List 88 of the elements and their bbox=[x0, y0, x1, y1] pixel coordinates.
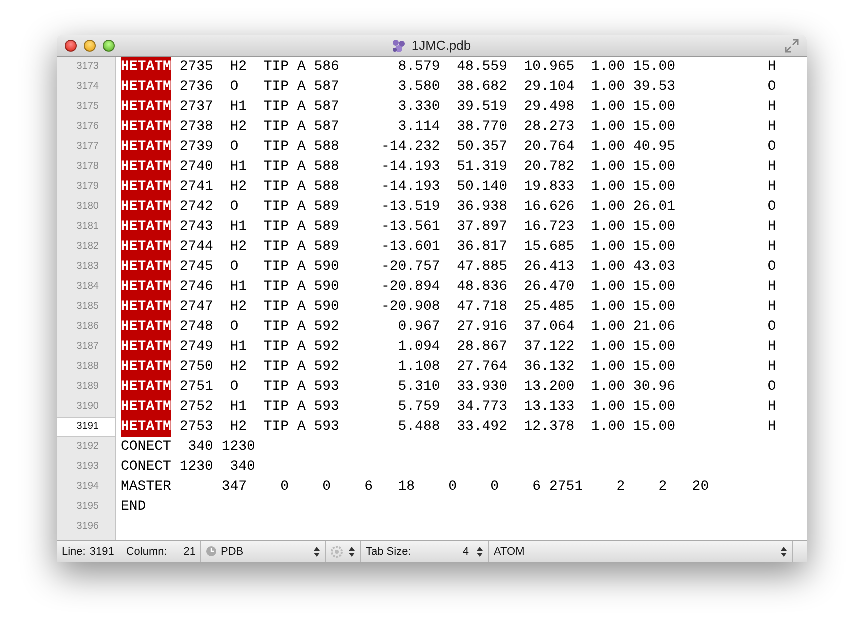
code-text: 2736 O TIP A 587 3.580 38.682 29.104 1.00 39.53 O bbox=[178, 78, 776, 97]
line-number: 3174 bbox=[76, 80, 100, 94]
stepper-arrows-icon bbox=[349, 546, 355, 556]
code-text: 347 0 0 6 18 0 0 6 2751 2 2 20 bbox=[220, 478, 710, 497]
highlighted-keyword: HETATM bbox=[121, 157, 172, 177]
syntax-popup[interactable]: PDB bbox=[200, 541, 325, 562]
highlighted-keyword: HETATM bbox=[121, 397, 172, 417]
line-label: Line: bbox=[62, 546, 86, 558]
line-number: 3175 bbox=[76, 100, 100, 114]
line-number: 3181 bbox=[76, 220, 100, 234]
code-text: 2744 H2 TIP A 589 -13.601 36.817 15.685 1.00 15.00 H bbox=[178, 238, 776, 257]
code-text: 2740 H1 TIP A 588 -14.193 51.319 20.782 1.00 15.00 H bbox=[178, 158, 776, 177]
code-text: 2742 O TIP A 589 -13.519 36.938 16.626 1.00 26.01 O bbox=[178, 198, 776, 217]
highlighted-keyword: HETATM bbox=[121, 197, 172, 217]
highlighted-keyword: HETATM bbox=[121, 277, 172, 297]
zoom-button[interactable] bbox=[103, 40, 115, 52]
line-number: 3184 bbox=[76, 280, 100, 294]
code-text: 2753 H2 TIP A 593 5.488 33.492 12.378 1.00 15.00 H bbox=[178, 418, 776, 437]
code-text: 2749 H1 TIP A 592 1.094 28.867 37.122 1.00 15.00 H bbox=[178, 338, 776, 357]
line-number: 3196 bbox=[76, 520, 100, 534]
code-text: 2738 H2 TIP A 587 3.114 38.770 28.273 1.00 15.00 H bbox=[178, 118, 776, 137]
stepper-arrows-icon bbox=[477, 546, 483, 556]
line-number: 3179 bbox=[76, 180, 100, 194]
line-number: 3186 bbox=[76, 320, 100, 334]
highlighted-keyword: HETATM bbox=[121, 137, 172, 157]
line-number: 3188 bbox=[76, 360, 100, 374]
highlighted-keyword: HETATM bbox=[121, 237, 172, 257]
highlighted-keyword: HETATM bbox=[121, 117, 172, 137]
line-value: 3191 bbox=[90, 546, 114, 558]
line-number: 3176 bbox=[76, 120, 100, 134]
line-number: 3173 bbox=[76, 60, 100, 74]
record-keyword: CONECT bbox=[121, 458, 172, 477]
highlighted-keyword: HETATM bbox=[121, 217, 172, 237]
line-number: 3187 bbox=[76, 340, 100, 354]
code-text: 2750 H2 TIP A 592 1.108 27.764 36.132 1.00 15.00 H bbox=[178, 358, 776, 377]
code-text: 1230 340 bbox=[178, 458, 256, 477]
line-number: 3195 bbox=[76, 500, 100, 514]
column-value: 21 bbox=[184, 546, 196, 558]
highlighted-keyword: HETATM bbox=[121, 377, 172, 397]
window-title: 1JMC.pdb bbox=[412, 38, 472, 53]
line-number: 3194 bbox=[76, 480, 100, 494]
code-text: 2748 O TIP A 592 0.967 27.916 37.064 1.00 21.06 O bbox=[178, 318, 776, 337]
code-text: 340 1230 bbox=[187, 438, 256, 457]
record-keyword: MASTER bbox=[121, 478, 172, 497]
highlighted-keyword: HETATM bbox=[121, 177, 172, 197]
code-text: 2751 O TIP A 593 5.310 33.930 13.200 1.00 30.96 O bbox=[178, 378, 776, 397]
line-number: 3182 bbox=[76, 240, 100, 254]
highlighted-keyword: HETATM bbox=[121, 357, 172, 377]
code-text: 2735 H2 TIP A 586 8.579 48.559 10.965 1.00 15.00 H bbox=[178, 58, 776, 77]
stepper-arrows-icon bbox=[781, 546, 787, 556]
code-text: 2746 H1 TIP A 590 -20.894 48.836 26.470 1.00 15.00 H bbox=[178, 278, 776, 297]
highlighted-keyword: HETATM bbox=[121, 297, 172, 317]
highlighted-keyword: HETATM bbox=[121, 57, 172, 77]
fullscreen-icon[interactable] bbox=[785, 38, 799, 52]
molecule-icon bbox=[390, 38, 407, 54]
code-text: 2737 H1 TIP A 587 3.330 39.519 29.498 1.00 15.00 H bbox=[178, 98, 776, 117]
clock-icon bbox=[206, 546, 217, 557]
line-number: 3183 bbox=[76, 260, 100, 274]
record-keyword: END bbox=[121, 498, 146, 517]
highlighted-keyword: HETATM bbox=[121, 257, 172, 277]
code-text: 2741 H2 TIP A 588 -14.193 50.140 19.833 1.00 15.00 H bbox=[178, 178, 776, 197]
code-text: 2739 O TIP A 588 -14.232 50.357 20.764 1.00 40.95 O bbox=[178, 138, 776, 157]
code-text: 2743 H1 TIP A 589 -13.561 37.897 16.723 1.00 15.00 H bbox=[178, 218, 776, 237]
line-number: 3190 bbox=[76, 400, 100, 414]
minimize-button[interactable] bbox=[84, 40, 96, 52]
highlighted-keyword: HETATM bbox=[121, 417, 172, 437]
column-label: Column: bbox=[126, 546, 168, 558]
record-keyword: CONECT bbox=[121, 438, 172, 457]
stepper-arrows-icon bbox=[314, 546, 320, 556]
line-number: 3191 bbox=[57, 417, 115, 437]
code-text: 2747 H2 TIP A 590 -20.908 47.718 25.485 1.00 15.00 H bbox=[178, 298, 776, 317]
line-number: 3192 bbox=[76, 440, 100, 454]
line-number: 3185 bbox=[76, 300, 100, 314]
line-number: 3178 bbox=[76, 160, 100, 174]
line-number: 3177 bbox=[76, 140, 100, 154]
line-number: 3180 bbox=[76, 200, 100, 214]
highlighted-keyword: HETATM bbox=[121, 337, 172, 357]
highlighted-keyword: HETATM bbox=[121, 77, 172, 97]
code-text: 2752 H1 TIP A 593 5.759 34.773 13.133 1.00 15.00 H bbox=[178, 398, 776, 417]
symbol-popup[interactable]: ATOM bbox=[488, 541, 793, 562]
close-button[interactable] bbox=[65, 40, 77, 52]
highlighted-keyword: HETATM bbox=[121, 97, 172, 117]
line-number: 3189 bbox=[76, 380, 100, 394]
code-text: 2745 O TIP A 590 -20.757 47.885 26.413 1.00 43.03 O bbox=[178, 258, 776, 277]
highlighted-keyword: HETATM bbox=[121, 317, 172, 337]
tab-size-popup[interactable]: Tab Size: 4 bbox=[360, 541, 488, 562]
line-number: 3193 bbox=[76, 460, 100, 474]
settings-icon bbox=[331, 546, 343, 558]
